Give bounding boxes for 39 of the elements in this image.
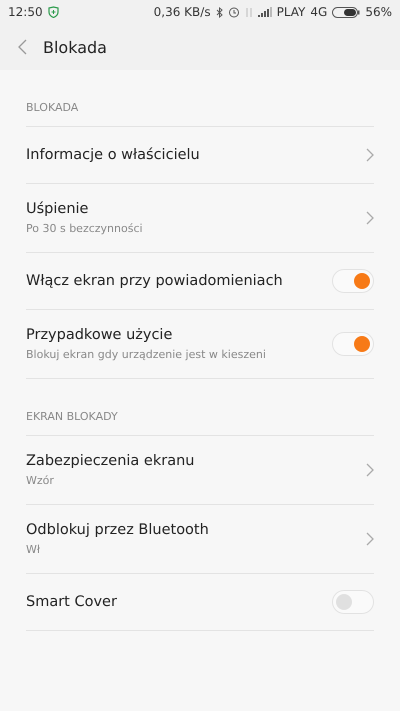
settings-row[interactable]: Zabezpieczenia ekranu Wzór	[26, 436, 374, 505]
bluetooth-icon	[216, 6, 223, 18]
setting-label: Uśpienie	[26, 201, 90, 217]
settings-row[interactable]: Odblokuj przez Bluetooth Wł	[26, 505, 374, 574]
settings-row[interactable]: Przypadkowe użycie Blokuj ekran gdy urządzenie jest w kieszeni	[26, 310, 374, 379]
back-icon[interactable]	[18, 39, 27, 55]
chevron-right-icon	[366, 532, 374, 546]
section-header: EKRAN BLOKADY	[25, 409, 119, 425]
clock: 12:50	[8, 5, 43, 19]
shield-icon	[48, 6, 59, 18]
battery-icon	[332, 6, 360, 18]
page-title: Blokada	[43, 38, 107, 56]
network-speed: 0,36 KB/s	[154, 5, 211, 19]
settings-row[interactable]: Informacje o właścicielu	[26, 127, 374, 184]
settings-row[interactable]: Uśpienie Po 30 s bezczynności	[26, 184, 374, 253]
setting-label: Zabezpieczenia ekranu	[26, 453, 196, 469]
toggle-switch[interactable]	[332, 269, 374, 293]
setting-summary: Wzór	[26, 474, 55, 487]
battery-percent: 56%	[365, 5, 392, 19]
network-type: 4G	[310, 5, 328, 19]
section-header: BLOKADA	[25, 100, 80, 116]
setting-summary: Blokuj ekran gdy urządzenie jest w kieszeni	[26, 348, 267, 361]
setting-label: Smart Cover	[26, 594, 118, 610]
chevron-right-icon	[366, 463, 374, 477]
settings-row[interactable]: Smart Cover	[26, 574, 374, 631]
setting-summary: Po 30 s bezczynności	[26, 222, 144, 235]
chevron-right-icon	[366, 148, 374, 162]
setting-label: Włącz ekran przy powiadomieniach	[26, 273, 284, 289]
setting-summary: Wł	[26, 543, 42, 556]
settings-row[interactable]: Włącz ekran przy powiadomieniach	[26, 253, 374, 310]
setting-label: Informacje o właścicielu	[26, 147, 201, 163]
alarm-icon	[228, 6, 240, 18]
setting-label: Odblokuj przez Bluetooth	[26, 522, 210, 538]
setting-label: Przypadkowe użycie	[26, 327, 174, 343]
signal-icon	[258, 7, 272, 17]
carrier: PLAY	[276, 5, 306, 19]
toggle-switch[interactable]	[332, 590, 374, 614]
toggle-switch[interactable]	[332, 332, 374, 356]
chevron-right-icon	[366, 211, 374, 225]
